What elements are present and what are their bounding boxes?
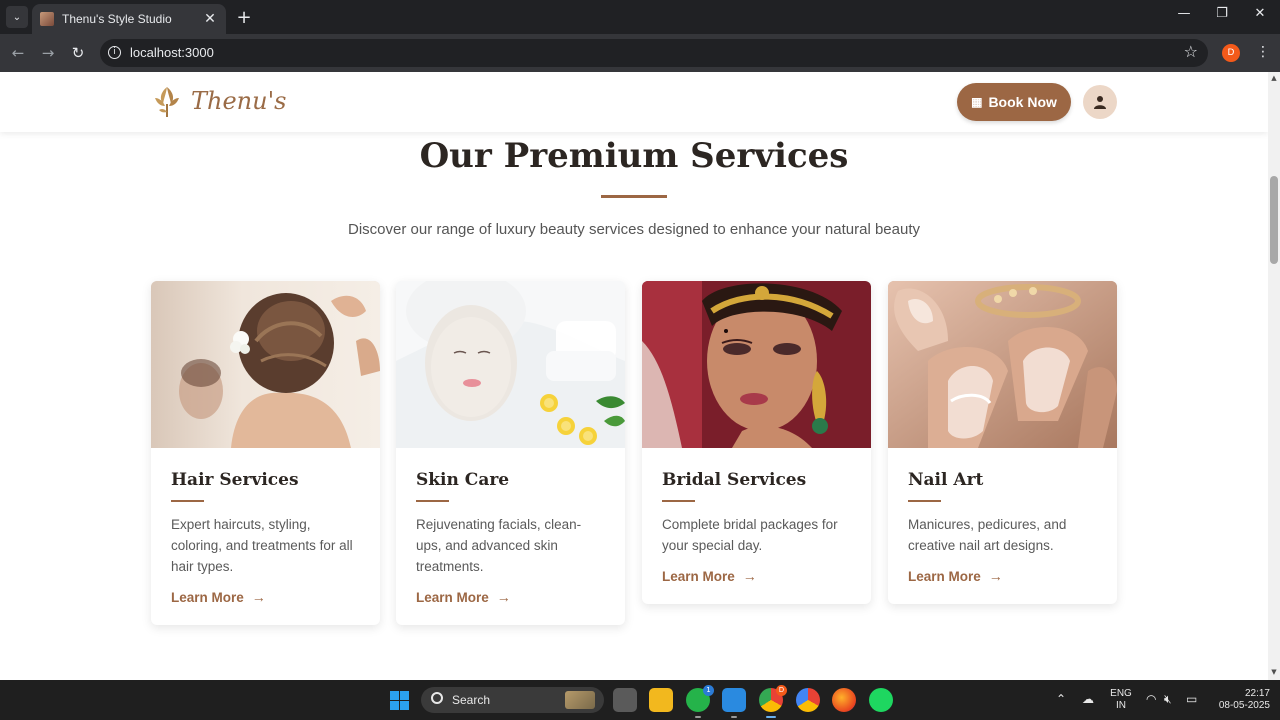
volume-muted-icon[interactable]: 🔇︎ xyxy=(1164,692,1172,707)
calendar-icon: ▦ xyxy=(971,95,983,109)
taskbar-search-label: Search xyxy=(452,693,491,707)
logo-text: Thenu's xyxy=(191,87,287,115)
browser-titlebar: ⌄ Thenu's Style Studio ✕ + — ❐ ✕ xyxy=(0,0,1280,34)
new-tab-button[interactable]: + xyxy=(234,7,254,28)
battery-icon[interactable]: ▭ xyxy=(1186,692,1197,706)
site-header: Thenu's ▦ Book Now xyxy=(0,72,1268,132)
site-info-icon[interactable]: i xyxy=(108,46,121,59)
card-divider xyxy=(908,500,941,502)
user-account-button[interactable] xyxy=(1083,85,1117,119)
skin-care-image xyxy=(396,281,625,448)
learn-more-label: Learn More xyxy=(171,589,244,605)
reload-icon[interactable]: ↻ xyxy=(68,44,88,62)
title-divider xyxy=(601,195,667,198)
book-now-label: Book Now xyxy=(988,94,1057,110)
scroll-down-icon[interactable]: ▼ xyxy=(1270,668,1278,676)
arrow-right-icon: → xyxy=(988,568,1003,584)
scroll-up-icon[interactable]: ▲ xyxy=(1270,74,1278,82)
card-description: Manicures, pedicures, and creative nail … xyxy=(908,517,1067,553)
region-code: IN xyxy=(1116,700,1126,711)
card-description: Expert haircuts, styling, coloring, and … xyxy=(171,517,353,574)
back-icon[interactable]: ← xyxy=(8,44,28,62)
wifi-icon[interactable]: ◠ xyxy=(1146,692,1156,706)
section-title: Our Premium Services xyxy=(419,136,849,176)
windows-taskbar: Search 1 D ⌃ ☁ ENG IN ◠ 🔇︎ ▭ 22:17 08-05… xyxy=(0,680,1280,720)
spotify-icon[interactable] xyxy=(869,688,893,712)
book-now-button[interactable]: ▦ Book Now xyxy=(957,83,1071,121)
service-card-nail: Nail Art Manicures, pedicures, and creat… xyxy=(888,281,1117,604)
vscode-icon[interactable] xyxy=(722,688,746,718)
active-indicator xyxy=(766,716,776,718)
card-divider xyxy=(662,500,695,502)
firefox-icon[interactable] xyxy=(832,688,856,712)
running-indicator xyxy=(731,716,737,718)
search-highlight-image xyxy=(565,691,595,709)
browser-menu-icon[interactable]: ⋮ xyxy=(1256,44,1270,60)
service-card-bridal: Bridal Services Complete bridal packages… xyxy=(642,281,871,604)
restore-icon[interactable]: ❐ xyxy=(1210,6,1234,21)
clock-date: 08-05-2025 xyxy=(1218,700,1270,711)
address-bar[interactable]: i localhost:3000 ☆ xyxy=(100,39,1208,67)
leaf-logo-icon xyxy=(155,87,179,117)
card-description: Rejuvenating facials, clean-ups, and adv… xyxy=(416,517,582,574)
search-icon xyxy=(431,692,443,704)
card-divider xyxy=(416,500,449,502)
arrow-right-icon: → xyxy=(742,568,757,584)
chrome-alt-icon[interactable] xyxy=(796,688,820,712)
site-favicon-icon xyxy=(40,12,54,26)
close-window-icon[interactable]: ✕ xyxy=(1248,6,1272,21)
windows-start-icon[interactable] xyxy=(390,691,409,710)
whatsapp-icon[interactable]: 1 xyxy=(686,685,714,718)
tab-title: Thenu's Style Studio xyxy=(62,12,172,26)
card-divider xyxy=(171,500,204,502)
learn-more-link[interactable]: Learn More → xyxy=(908,568,1097,584)
chevron-up-icon[interactable]: ⌃ xyxy=(1056,692,1066,706)
nail-art-image xyxy=(888,281,1117,448)
profile-avatar[interactable]: D xyxy=(1222,44,1240,62)
whatsapp-badge: 1 xyxy=(703,685,714,696)
arrow-right-icon: → xyxy=(496,589,511,605)
service-card-skin: Skin Care Rejuvenating facials, clean-up… xyxy=(396,281,625,625)
user-icon xyxy=(1094,96,1106,109)
running-indicator xyxy=(695,716,701,718)
scrollbar-thumb[interactable] xyxy=(1270,176,1278,264)
url-text[interactable]: localhost:3000 xyxy=(130,45,214,60)
task-view-icon[interactable] xyxy=(613,688,637,712)
card-title: Bridal Services xyxy=(662,470,807,490)
clock[interactable]: 22:17 08-05-2025 xyxy=(1206,688,1270,712)
section-subtitle: Discover our range of luxury beauty serv… xyxy=(348,221,920,238)
card-description: Complete bridal packages for your specia… xyxy=(662,517,838,553)
learn-more-label: Learn More xyxy=(662,568,735,584)
chrome-icon[interactable]: D xyxy=(759,685,787,718)
page-viewport: Thenu's ▦ Book Now Our Premium Services … xyxy=(0,72,1268,680)
card-title: Hair Services xyxy=(171,470,299,490)
learn-more-link[interactable]: Learn More → xyxy=(662,568,851,584)
arrow-right-icon: → xyxy=(251,589,266,605)
hair-services-image xyxy=(151,281,380,448)
service-card-hair: Hair Services Expert haircuts, styling, … xyxy=(151,281,380,625)
page-scrollbar[interactable]: ▲ ▼ xyxy=(1268,72,1280,680)
bookmark-star-icon[interactable]: ☆ xyxy=(1184,42,1198,61)
tab-search-button[interactable]: ⌄ xyxy=(6,6,28,28)
learn-more-label: Learn More xyxy=(908,568,981,584)
close-tab-icon[interactable]: ✕ xyxy=(202,11,218,27)
chrome-profile-badge: D xyxy=(776,685,787,696)
bridal-services-image xyxy=(642,281,871,448)
learn-more-link[interactable]: Learn More → xyxy=(171,589,360,605)
browser-toolbar: ← → ↻ i localhost:3000 ☆ xyxy=(0,34,1280,72)
learn-more-link[interactable]: Learn More → xyxy=(416,589,605,605)
clock-time: 22:17 xyxy=(1244,688,1270,699)
browser-tab[interactable]: Thenu's Style Studio ✕ xyxy=(32,4,226,34)
card-title: Nail Art xyxy=(908,470,984,490)
site-logo[interactable]: Thenu's xyxy=(151,84,287,118)
learn-more-label: Learn More xyxy=(416,589,489,605)
taskbar-search[interactable]: Search xyxy=(421,687,604,713)
language-code: ENG xyxy=(1110,688,1132,699)
card-title: Skin Care xyxy=(416,470,510,490)
onedrive-icon[interactable]: ☁ xyxy=(1082,692,1094,706)
file-explorer-icon[interactable] xyxy=(649,688,673,712)
forward-icon[interactable]: → xyxy=(38,44,58,62)
minimize-icon[interactable]: — xyxy=(1172,6,1196,21)
language-indicator[interactable]: ENG IN xyxy=(1108,688,1134,712)
